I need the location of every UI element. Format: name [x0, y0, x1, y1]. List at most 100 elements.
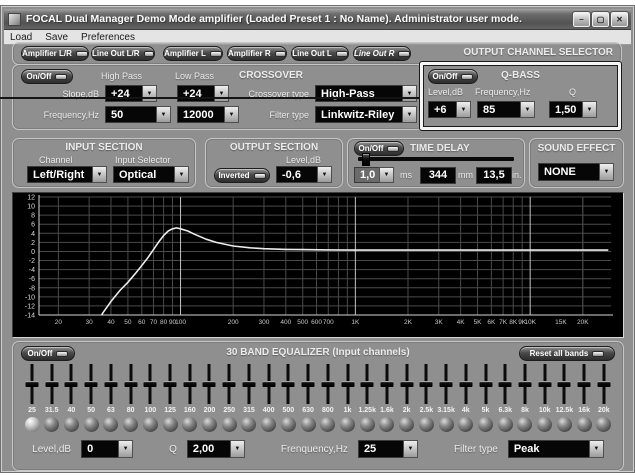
- menu-save[interactable]: Save: [45, 32, 68, 43]
- chevron-down-icon[interactable]: ▼: [92, 166, 107, 183]
- eq-band-select-button[interactable]: [379, 417, 395, 432]
- eq-band-slider[interactable]: [181, 362, 199, 406]
- eq-band-slider[interactable]: [358, 362, 376, 406]
- eq-band-slider[interactable]: [102, 362, 120, 406]
- qbass-q-select[interactable]: 1,50 ▼: [549, 101, 597, 118]
- chevron-down-icon[interactable]: ▼: [229, 440, 245, 458]
- eq-band-select-button[interactable]: [142, 417, 158, 432]
- qbass-level-select[interactable]: +6 ▼: [428, 101, 471, 118]
- chevron-down-icon[interactable]: ▼: [582, 101, 597, 118]
- reset-all-bands-button[interactable]: Reset all bands: [519, 346, 615, 361]
- eq-band-select-button[interactable]: [438, 417, 454, 432]
- eq-band-select-button[interactable]: [24, 417, 40, 432]
- eq-slider-handle[interactable]: [400, 381, 414, 387]
- eq-band-slider[interactable]: [555, 362, 573, 406]
- eq-band-select-button[interactable]: [123, 417, 139, 432]
- eq-band-slider[interactable]: [575, 362, 593, 406]
- eq-slider-handle[interactable]: [479, 381, 493, 387]
- eq-slider-handle[interactable]: [183, 381, 197, 387]
- eq-band-slider[interactable]: [240, 362, 258, 406]
- eq-band-slider[interactable]: [279, 362, 297, 406]
- eq-slider-handle[interactable]: [222, 381, 236, 387]
- time-delay-slider-handle[interactable]: [362, 153, 370, 166]
- eq-band-slider[interactable]: [516, 362, 534, 406]
- eq-band-select-button[interactable]: [478, 417, 494, 432]
- eq-slider-handle[interactable]: [341, 381, 354, 387]
- eq-slider-handle[interactable]: [242, 381, 256, 387]
- eq-slider-handle[interactable]: [380, 381, 394, 387]
- eq-band-slider[interactable]: [220, 362, 238, 406]
- eq-band-slider[interactable]: [62, 362, 80, 406]
- eq-band-slider[interactable]: [23, 362, 41, 406]
- eq-band-slider[interactable]: [477, 362, 495, 406]
- eq-band-select-button[interactable]: [497, 417, 513, 432]
- eq-slider-handle[interactable]: [538, 381, 552, 387]
- input-selector-select[interactable]: Optical ▼: [113, 166, 189, 183]
- eq-band-select-button[interactable]: [63, 417, 79, 432]
- eq-band-slider[interactable]: [319, 362, 337, 406]
- eq-q-select[interactable]: 2,00 ▼: [186, 440, 245, 458]
- eq-band-select-button[interactable]: [537, 417, 553, 432]
- eq-band-select-button[interactable]: [359, 417, 375, 432]
- eq-band-select-button[interactable]: [83, 417, 99, 432]
- eq-level-select[interactable]: 0 ▼: [81, 440, 134, 458]
- qbass-frequency-select[interactable]: 85 ▼: [477, 101, 535, 118]
- chevron-down-icon[interactable]: ▼: [520, 101, 535, 118]
- eq-band-slider[interactable]: [200, 362, 218, 406]
- menu-load[interactable]: Load: [10, 32, 32, 43]
- eq-band-select-button[interactable]: [596, 417, 612, 432]
- eq-band-slider[interactable]: [496, 362, 514, 406]
- eq-band-select-button[interactable]: [241, 417, 257, 432]
- output-level-select[interactable]: -0,6 ▼: [276, 166, 332, 183]
- time-delay-slider-track[interactable]: [358, 157, 514, 161]
- eq-band-slider[interactable]: [378, 362, 396, 406]
- eq-band-select-button[interactable]: [399, 417, 415, 432]
- eq-band-select-button[interactable]: [556, 417, 572, 432]
- chevron-down-icon[interactable]: ▼: [174, 166, 189, 183]
- maximize-button[interactable]: ▢: [591, 10, 610, 28]
- chevron-down-icon[interactable]: ▼: [588, 440, 604, 458]
- eq-band-slider[interactable]: [457, 362, 475, 406]
- eq-band-select-button[interactable]: [221, 417, 237, 432]
- eq-slider-handle[interactable]: [577, 381, 591, 387]
- eq-band-slider[interactable]: [398, 362, 416, 406]
- chevron-down-icon[interactable]: ▼: [214, 85, 229, 102]
- channel-button-amplifier-lr[interactable]: Amplifier L/R: [21, 46, 89, 61]
- eq-slider-handle[interactable]: [419, 381, 433, 387]
- eq-slider-handle[interactable]: [143, 381, 157, 387]
- slope-highpass-select[interactable]: +24 ▼: [105, 85, 157, 102]
- chevron-down-icon[interactable]: ▼: [402, 106, 417, 123]
- eq-band-select-button[interactable]: [576, 417, 592, 432]
- eq-band-slider[interactable]: [82, 362, 100, 406]
- eq-slider-handle[interactable]: [25, 381, 39, 387]
- eq-band-select-button[interactable]: [182, 417, 198, 432]
- eq-band-slider[interactable]: [161, 362, 179, 406]
- channel-select[interactable]: Left/Right ▼: [27, 166, 107, 183]
- eq-slider-handle[interactable]: [45, 381, 59, 387]
- crossover-onoff-button[interactable]: On/Off: [21, 69, 73, 84]
- frequency-highpass-select[interactable]: 50 ▼: [105, 106, 171, 123]
- eq-frequency-select[interactable]: 25 ▼: [357, 440, 418, 458]
- chevron-down-icon[interactable]: ▼: [317, 166, 332, 183]
- eq-slider-handle[interactable]: [84, 381, 98, 387]
- eq-band-select-button[interactable]: [280, 417, 296, 432]
- eq-slider-handle[interactable]: [64, 381, 78, 387]
- slope-lowpass-select[interactable]: +24 ▼: [177, 85, 229, 102]
- eq-band-select-button[interactable]: [458, 417, 474, 432]
- crossover-type-select[interactable]: High-Pass ▼: [315, 85, 417, 102]
- chevron-down-icon[interactable]: ▼: [402, 440, 418, 458]
- eq-band-slider[interactable]: [141, 362, 159, 406]
- eq-band-select-button[interactable]: [103, 417, 119, 432]
- eq-slider-handle[interactable]: [262, 381, 276, 387]
- chevron-down-icon[interactable]: ▼: [379, 167, 394, 183]
- chevron-down-icon[interactable]: ▼: [118, 440, 134, 458]
- eq-band-select-button[interactable]: [201, 417, 217, 432]
- close-button[interactable]: ✕: [610, 10, 629, 28]
- channel-button-lineout-l[interactable]: Line Out L: [291, 46, 349, 61]
- menu-preferences[interactable]: Preferences: [81, 32, 135, 43]
- eq-slider-handle[interactable]: [597, 381, 611, 387]
- titlebar[interactable]: FOCAL Dual Manager Demo Mode amplifier (…: [4, 9, 631, 30]
- chevron-down-icon[interactable]: ▼: [142, 85, 157, 102]
- eq-band-slider[interactable]: [122, 362, 140, 406]
- minimize-button[interactable]: –: [572, 10, 591, 28]
